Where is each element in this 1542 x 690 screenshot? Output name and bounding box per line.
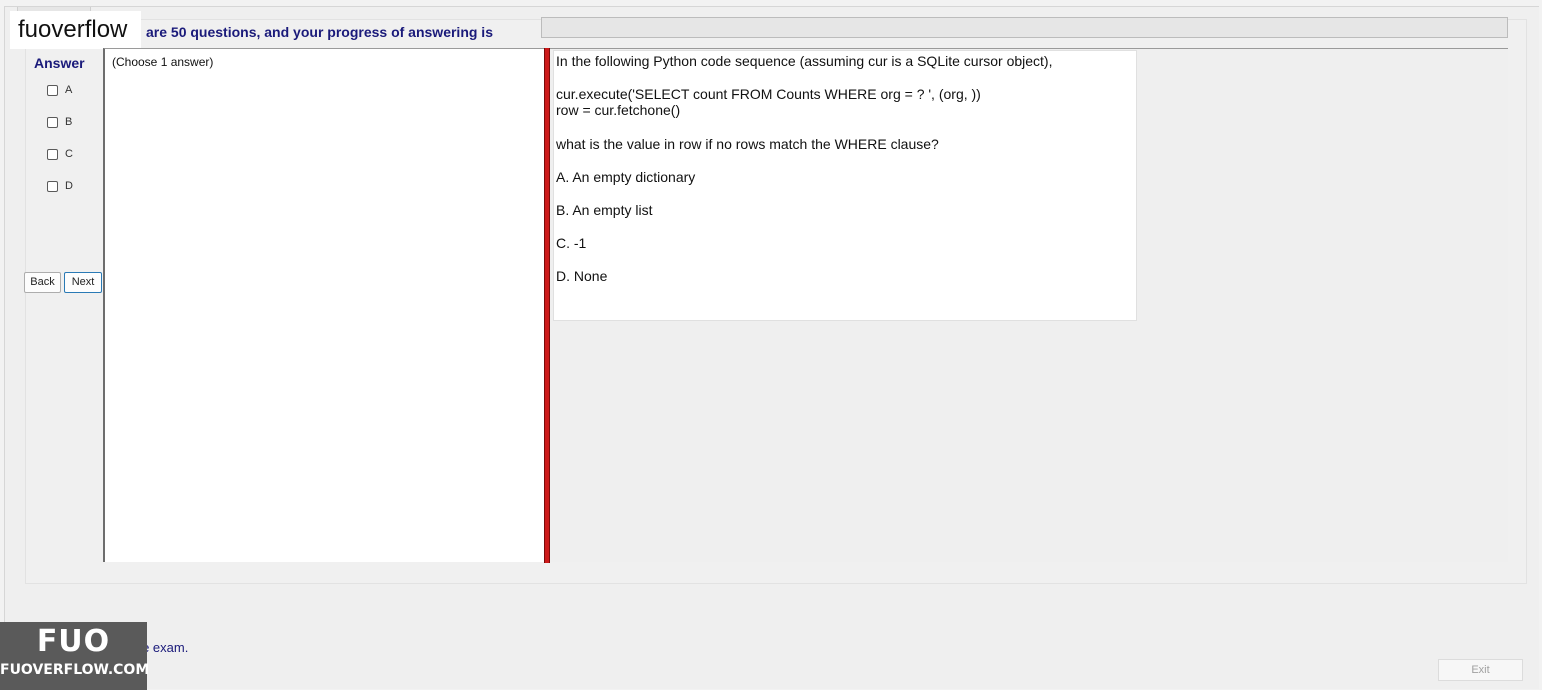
choice-b: B. An empty list <box>556 202 653 218</box>
exit-button[interactable]: Exit <box>1438 659 1523 681</box>
option-c[interactable]: C <box>47 146 73 162</box>
option-a[interactable]: A <box>47 82 72 98</box>
choose-instruction: (Choose 1 answer) <box>112 55 214 69</box>
question-box: In the following Python code sequence (a… <box>553 50 1137 321</box>
code-line-2: row = cur.fetchone() <box>556 102 681 118</box>
progress-text: are 50 questions, and your progress of a… <box>146 24 493 40</box>
question-prompt: what is the value in row if no rows matc… <box>556 136 939 152</box>
badge-bottom-text: FUOVERFLOW.COM <box>0 662 150 678</box>
next-button[interactable]: Next <box>64 272 102 293</box>
choice-c: C. -1 <box>556 235 587 251</box>
badge-top-text: FUO <box>36 624 111 659</box>
option-d-checkbox[interactable] <box>47 180 58 192</box>
back-button[interactable]: Back <box>24 272 61 293</box>
progress-bar <box>541 17 1508 38</box>
option-b[interactable]: B <box>47 114 72 130</box>
option-d-label: D <box>65 180 73 192</box>
option-d[interactable]: D <box>47 178 73 194</box>
option-a-label: A <box>65 84 73 96</box>
answer-heading: Answer <box>34 55 85 71</box>
option-c-checkbox[interactable] <box>47 148 58 160</box>
option-c-label: C <box>65 148 73 160</box>
option-b-checkbox[interactable] <box>47 116 58 128</box>
option-b-label: B <box>65 116 73 128</box>
code-line-1: cur.execute('SELECT count FROM Counts WH… <box>556 86 981 102</box>
option-a-checkbox[interactable] <box>47 84 58 96</box>
answer-choice-panel: (Choose 1 answer) <box>103 48 544 562</box>
logo: fuoverflow <box>10 11 141 49</box>
fuoverflow-badge: FUO FUOVERFLOW.COM <box>0 622 150 690</box>
question-intro: In the following Python code sequence (a… <box>556 53 1053 69</box>
choice-a: A. An empty dictionary <box>556 169 696 185</box>
choice-d: D. None <box>556 268 608 284</box>
